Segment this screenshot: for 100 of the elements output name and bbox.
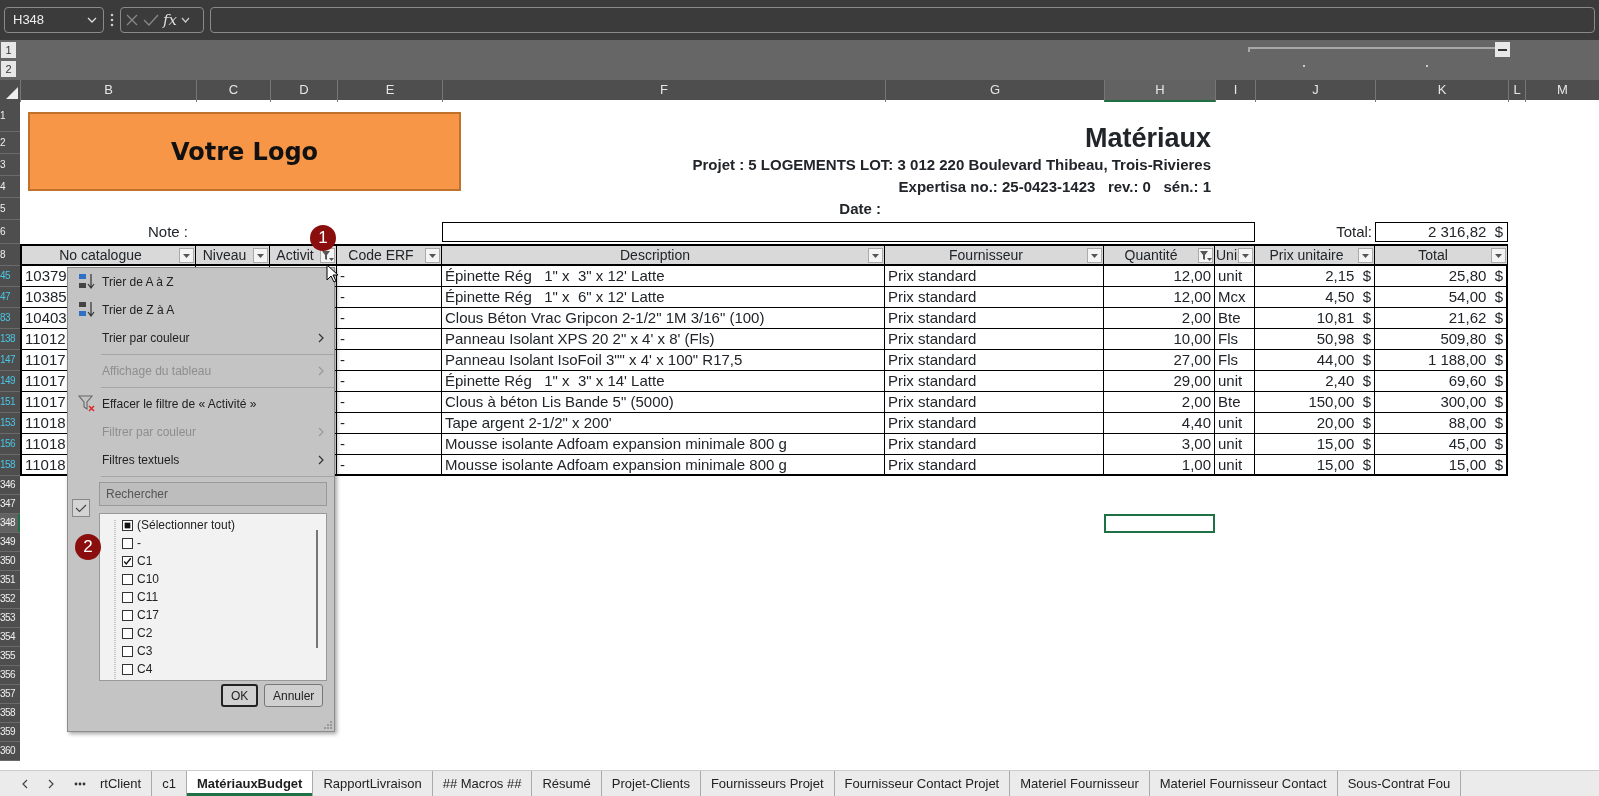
column-header[interactable]: D xyxy=(270,80,337,102)
dialog-button[interactable]: OK xyxy=(221,684,259,707)
insert-function-button[interactable]: fx xyxy=(163,8,177,32)
filter-dropdown-button[interactable] xyxy=(425,247,440,263)
menu-item[interactable]: Trier par couleur xyxy=(102,329,190,347)
outline-level-button[interactable]: 1 xyxy=(1,42,16,58)
sheet-tab[interactable]: RapportLivraison xyxy=(313,771,433,796)
filter-dropdown-button[interactable] xyxy=(1238,247,1253,263)
row-header[interactable]: 3 xyxy=(0,154,20,176)
row-header[interactable]: 356 xyxy=(0,666,20,685)
row-header[interactable]: 138 xyxy=(0,329,20,350)
sheet-tab[interactable]: Projet-Clients xyxy=(601,771,701,796)
scrollbar-thumb[interactable] xyxy=(316,530,318,648)
sheet-tab[interactable]: MatériauxBudget xyxy=(186,771,314,796)
table-cell: 3,00 xyxy=(1104,434,1215,455)
row-header[interactable]: 45 xyxy=(0,266,20,287)
sheet-tab[interactable]: c1 xyxy=(152,771,187,796)
row-header[interactable]: 149 xyxy=(0,371,20,392)
table-cell: 88,00 $ xyxy=(1375,413,1508,434)
column-header[interactable]: H xyxy=(1104,80,1215,102)
filter-dropdown-button[interactable] xyxy=(253,247,268,263)
more-icon[interactable] xyxy=(74,781,86,786)
row-header[interactable]: 353 xyxy=(0,609,20,628)
table-cell: - xyxy=(337,455,442,476)
column-header[interactable]: C xyxy=(196,80,270,102)
cancel-icon[interactable] xyxy=(125,13,139,27)
row-header[interactable]: 153 xyxy=(0,413,20,434)
row-header[interactable]: 5 xyxy=(0,198,20,220)
checkbox[interactable] xyxy=(122,609,133,621)
sheet-tab[interactable]: Fournisseur Contact Projet xyxy=(834,771,1011,796)
row-header[interactable]: 1 xyxy=(0,100,20,132)
table-cell: - xyxy=(337,392,442,413)
row-header[interactable]: 354 xyxy=(0,628,20,647)
note-field[interactable] xyxy=(442,222,1255,242)
sheet-tab[interactable]: ## Macros ## xyxy=(432,771,533,796)
column-header[interactable]: J xyxy=(1255,80,1375,102)
checkbox[interactable] xyxy=(122,645,133,657)
row-header[interactable]: 346 xyxy=(0,476,20,495)
checkbox[interactable] xyxy=(122,573,133,585)
checkbox[interactable] xyxy=(122,591,133,603)
row-header[interactable]: 359 xyxy=(0,723,20,742)
sheet-tab[interactable]: Materiel Fournisseur xyxy=(1010,771,1150,796)
table-cell: Mcx xyxy=(1215,287,1255,308)
checkbox[interactable] xyxy=(122,519,133,531)
next-sheet-icon[interactable] xyxy=(48,778,54,789)
name-box[interactable]: H348 xyxy=(4,7,104,33)
row-header[interactable]: 158 xyxy=(0,455,20,476)
row-header[interactable]: 355 xyxy=(0,647,20,666)
row-header[interactable]: 347 xyxy=(0,495,20,514)
row-header[interactable]: 6 xyxy=(0,220,20,244)
checkmark-button[interactable] xyxy=(72,499,90,517)
sheet-tab[interactable]: Résumé xyxy=(532,771,602,796)
filter-dropdown-button[interactable] xyxy=(868,247,883,263)
header-label: Description xyxy=(619,246,691,264)
column-header[interactable]: L xyxy=(1508,80,1525,102)
filter-dropdown-button[interactable] xyxy=(179,247,194,263)
check-icon[interactable] xyxy=(143,13,159,27)
selected-cell[interactable] xyxy=(1104,514,1215,533)
row-header[interactable]: 352 xyxy=(0,590,20,609)
row-header[interactable]: 350 xyxy=(0,552,20,571)
filter-dropdown-button[interactable] xyxy=(1087,247,1102,263)
sheet-tab[interactable]: rtClient xyxy=(100,771,153,796)
row-header[interactable]: 2 xyxy=(0,132,20,154)
filter-dropdown-button[interactable] xyxy=(1198,247,1213,263)
checkbox[interactable] xyxy=(122,663,133,675)
column-header[interactable]: I xyxy=(1215,80,1255,102)
row-header[interactable]: 147 xyxy=(0,350,20,371)
row-header[interactable]: 151 xyxy=(0,392,20,413)
resize-grip-icon[interactable] xyxy=(324,721,332,729)
more-icon[interactable] xyxy=(110,13,114,27)
collapse-button[interactable] xyxy=(1495,42,1510,57)
filter-dropdown-button[interactable] xyxy=(1358,247,1373,263)
caret-icon[interactable] xyxy=(181,17,190,23)
previous-sheet-icon[interactable] xyxy=(22,778,28,789)
filter-dropdown-button[interactable] xyxy=(1491,247,1506,263)
row-header[interactable]: 156 xyxy=(0,434,20,455)
row-header[interactable]: 47 xyxy=(0,287,20,308)
formula-field[interactable] xyxy=(210,7,1595,33)
outline-level-button[interactable]: 2 xyxy=(1,61,16,77)
sheet-tab[interactable]: Materiel Fournisseur Contact xyxy=(1149,771,1338,796)
search-field[interactable]: Rechercher xyxy=(99,482,327,506)
row-header[interactable]: 4 xyxy=(0,176,20,198)
row-header[interactable]: 358 xyxy=(0,704,20,723)
dialog-button[interactable]: Annuler xyxy=(264,684,324,707)
row-header[interactable]: 357 xyxy=(0,685,20,704)
row-header[interactable]: 83 xyxy=(0,308,20,329)
checkbox[interactable] xyxy=(122,627,133,639)
row-header[interactable]: 351 xyxy=(0,571,20,590)
checkbox[interactable] xyxy=(122,555,133,567)
sheet-tab[interactable]: Fournisseurs Projet xyxy=(700,771,835,796)
sheet-tab[interactable]: Sous-Contrat Fou xyxy=(1337,771,1462,796)
row-header[interactable]: 8 xyxy=(0,244,20,266)
checkbox[interactable] xyxy=(122,537,133,549)
column-header[interactable]: K xyxy=(1375,80,1508,102)
column-header[interactable]: F xyxy=(442,80,885,102)
row-header[interactable]: 360 xyxy=(0,742,20,761)
row-header[interactable]: 348 xyxy=(0,514,20,533)
column-header[interactable]: M xyxy=(1525,80,1599,102)
row-header[interactable]: 349 xyxy=(0,533,20,552)
column-header[interactable]: E xyxy=(337,80,442,102)
